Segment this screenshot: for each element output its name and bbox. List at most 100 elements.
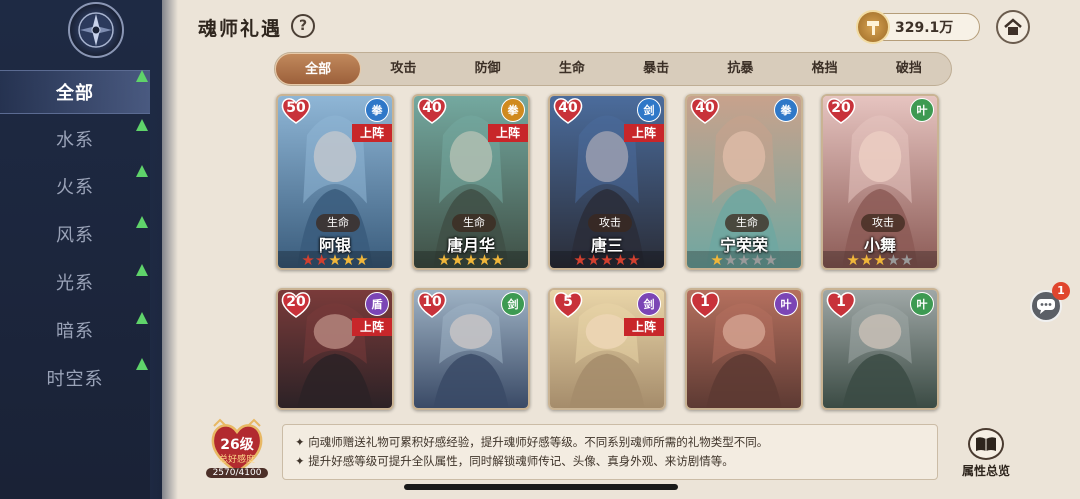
star-icon: ★ [314, 251, 329, 269]
lineup-tag: 上阵 [352, 124, 392, 142]
hero-role: 生命 [725, 214, 769, 232]
sidebar-item[interactable]: 暗系 [0, 308, 150, 352]
star-icon: ★ [764, 251, 778, 269]
hero-level: 1 [836, 294, 846, 310]
hero-card[interactable]: 1叶 [685, 288, 803, 410]
filter-tab[interactable]: 格挡 [783, 53, 867, 85]
book-icon [968, 428, 1004, 460]
leaf-icon: 叶 [774, 292, 798, 316]
info-line: ✦ 提升好感等级可提升全队属性，同时解锁魂师传记、头像、真身外观、来访剧情等。 [295, 454, 734, 468]
info-line: ✦ 向魂师赠送礼物可累积好感经验，提升魂师好感等级。不同系别魂师所需的礼物类型不… [295, 435, 769, 449]
hero-card[interactable]: 10 剑 [412, 288, 530, 410]
star-icon: ★ [355, 251, 369, 269]
sidebar-item[interactable]: 水系 [0, 117, 150, 161]
star-rating: ★★★★★ [414, 251, 528, 269]
star-icon: ★ [464, 251, 478, 269]
star-rating: ★★★★★ [278, 251, 392, 269]
star-icon: ★ [301, 251, 315, 269]
level-heart: 40 [552, 96, 584, 125]
hero-role: 攻击 [588, 214, 632, 232]
star-icon: ★ [586, 251, 601, 269]
notification-badge: 1 [1052, 282, 1070, 300]
level-heart: 1 [825, 290, 857, 319]
hero-level: 40 [422, 100, 442, 116]
sword-icon: 剑 [637, 292, 661, 316]
filter-tab[interactable]: 暴击 [614, 53, 698, 85]
page-title: 魂师礼遇 [198, 18, 283, 40]
star-icon: ★ [846, 251, 860, 269]
hammer-icon [856, 10, 890, 44]
star-icon: ★ [573, 251, 587, 269]
sidebar-item[interactable]: 风系 [0, 212, 150, 256]
attribute-filter-tabs: 全部 攻击 防御 生命 暴击 抗暴 格挡 破挡 [274, 52, 952, 86]
hero-level: 1 [700, 294, 710, 310]
lineup-tag: 上阵 [488, 124, 528, 142]
star-rating: ★★★★★ [687, 251, 801, 269]
filter-tab[interactable]: 攻击 [361, 53, 445, 85]
star-icon: ★ [886, 251, 901, 269]
home-indicator [404, 484, 678, 490]
sidebar-item[interactable]: 光系 [0, 260, 150, 304]
upgrade-arrow-icon [136, 70, 148, 82]
attribute-overview-button[interactable]: 属性总览 [958, 428, 1014, 478]
filter-tab[interactable]: 破挡 [867, 53, 951, 85]
hero-role: 生命 [452, 214, 496, 232]
hero-level: 40 [558, 100, 578, 116]
filter-tab[interactable]: 生命 [530, 53, 614, 85]
star-icon: ★ [627, 251, 641, 269]
upgrade-arrow-icon [136, 216, 148, 228]
star-icon: ★ [600, 251, 614, 269]
hero-level: 50 [286, 100, 306, 116]
filter-tab[interactable]: 防御 [446, 53, 530, 85]
sidebar-item[interactable]: 全部 [0, 70, 150, 114]
fist-icon: 拳 [365, 98, 389, 122]
hero-role: 生命 [316, 214, 360, 232]
level-heart: 40 [416, 96, 448, 125]
chat-icon [1037, 299, 1055, 314]
home-icon [1004, 18, 1022, 35]
upgrade-arrow-icon [136, 264, 148, 276]
hero-card[interactable]: 40 拳上阵 生命 唐月华 ★★★★★ [412, 94, 530, 270]
info-panel: ✦ 向魂师赠送礼物可累积好感经验，提升魂师好感等级。不同系别魂师所需的礼物类型不… [282, 424, 938, 480]
hero-card[interactable]: 20 叶攻击 小舞 ★★★★★ [821, 94, 939, 270]
leaf-icon: 叶 [910, 292, 934, 316]
level-heart: 10 [416, 290, 448, 319]
sword-icon: 剑 [501, 292, 525, 316]
star-icon: ★ [491, 251, 505, 269]
lineup-tag: 上阵 [352, 318, 392, 336]
upgrade-arrow-icon [136, 358, 148, 370]
fist-icon: 拳 [501, 98, 525, 122]
hero-role: 攻击 [861, 214, 905, 232]
currency-amount: 329.1万 [895, 20, 954, 36]
star-icon: ★ [613, 251, 628, 269]
level-heart: 1 [689, 290, 721, 319]
hero-level: 20 [286, 294, 306, 310]
sword-icon: 剑 [637, 98, 661, 122]
level-heart: 5 [552, 290, 584, 319]
help-button[interactable]: ? [291, 14, 315, 38]
hero-card[interactable]: 50 拳上阵 生命 阿银 ★★★★★ [276, 94, 394, 270]
emblem-icon [78, 12, 114, 48]
star-icon: ★ [710, 251, 724, 269]
level-heart: 50 [280, 96, 312, 125]
hero-level: 20 [831, 100, 851, 116]
hero-card[interactable]: 20 盾上阵 [276, 288, 394, 410]
star-icon: ★ [873, 251, 887, 269]
sidebar-item[interactable]: 火系 [0, 164, 150, 208]
filter-tab[interactable]: 抗暴 [698, 53, 782, 85]
emblem-logo [68, 2, 124, 58]
hero-card[interactable]: 40 拳生命 宁荣荣 ★★★★★ [685, 94, 803, 270]
star-icon: ★ [723, 251, 738, 269]
hero-card[interactable]: 5 剑上阵 [548, 288, 666, 410]
level-heart: 40 [689, 96, 721, 125]
hero-level: 10 [422, 294, 442, 310]
sidebar-item[interactable]: 时空系 [0, 356, 150, 400]
level-heart: 20 [825, 96, 857, 125]
hero-card[interactable]: 1叶 [821, 288, 939, 410]
star-icon: ★ [341, 251, 356, 269]
upgrade-arrow-icon [136, 165, 148, 177]
star-icon: ★ [900, 251, 914, 269]
filter-tab[interactable]: 全部 [275, 53, 362, 85]
home-button[interactable] [996, 10, 1030, 44]
hero-card[interactable]: 40 剑上阵 攻击 唐三 ★★★★★ [548, 94, 666, 270]
